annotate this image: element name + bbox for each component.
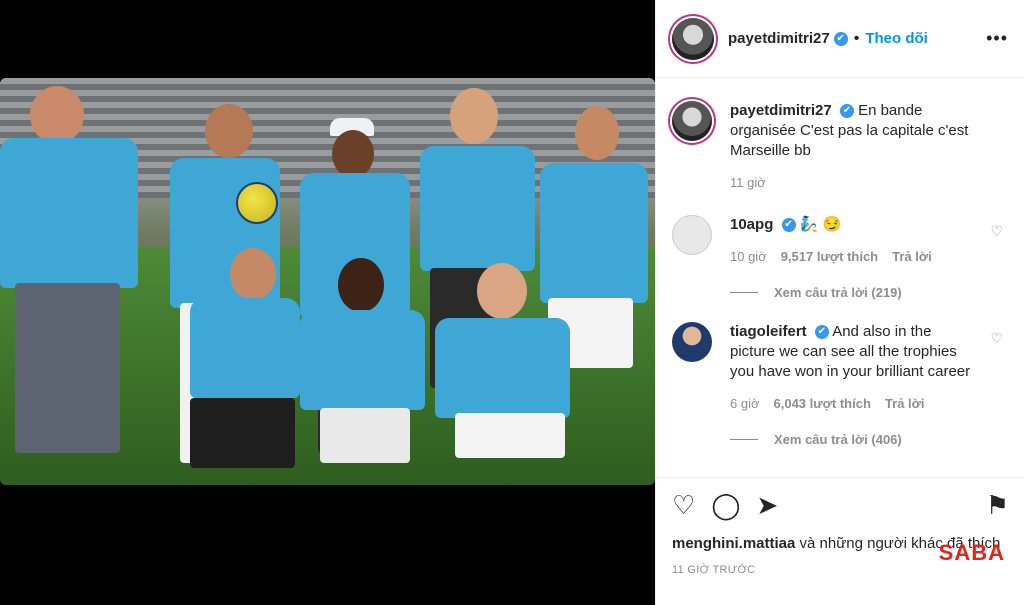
comment-icon[interactable]: ◯ (711, 492, 740, 518)
comment-likes[interactable]: 6,043 lượt thích (774, 394, 871, 414)
author-avatar[interactable] (672, 101, 712, 141)
view-replies-button[interactable]: Xem câu trả lời (406) (730, 432, 1009, 447)
view-replies-button[interactable]: Xem câu trả lời (219) (730, 285, 1009, 300)
comment-username[interactable]: 10apg (730, 216, 773, 233)
verified-icon: ✔ (833, 31, 848, 46)
like-comment-icon[interactable]: ♡ (990, 223, 1003, 240)
comment: tiagoleifert ✔ And also in the picture w… (672, 322, 1009, 414)
saba-watermark: SABA (938, 540, 1005, 565)
comment: 10apg ✔ 🧞 😏 10 giờ 9,517 lượt thích Trả … (672, 215, 1009, 267)
verified-icon: ✔ (839, 104, 854, 119)
caption: payetdimitri27 ✔ En bande organisée C'es… (672, 101, 1009, 193)
author-avatar[interactable] (672, 17, 714, 60)
post-panel: payetdimitri27 ✔ • Theo dõi ••• payetdim… (655, 0, 1024, 605)
heart-icon[interactable]: ♡ (672, 492, 695, 518)
author-username[interactable]: payetdimitri27 (728, 30, 830, 47)
reply-button[interactable]: Trả lời (892, 247, 932, 267)
commenter-avatar[interactable] (672, 322, 712, 362)
post-actions: ♡ ◯ ➤ ⚑ menghini.mattiaa và những người … (656, 477, 1024, 605)
verified-icon: ✔ (814, 325, 829, 340)
separator-dot: • (853, 29, 860, 47)
player (180, 248, 300, 485)
player (0, 78, 140, 485)
reply-button[interactable]: Trả lời (885, 394, 925, 414)
replies-divider (730, 292, 758, 293)
comment-time[interactable]: 6 giờ (730, 394, 760, 414)
bookmark-icon[interactable]: ⚑ (986, 492, 1009, 518)
view-replies-label: Xem câu trả lời (406) (774, 432, 902, 447)
comment-text: 🧞 😏 (799, 216, 842, 233)
comment-likes[interactable]: 9,517 lượt thích (781, 247, 878, 267)
liked-by-user[interactable]: menghini.mattiaa (672, 535, 795, 552)
replies-divider (730, 439, 758, 440)
player (300, 258, 430, 485)
view-replies-label: Xem câu trả lời (219) (774, 285, 902, 300)
post-header: payetdimitri27 ✔ • Theo dõi ••• (656, 0, 1024, 78)
more-options-icon[interactable]: ••• (986, 28, 1008, 49)
comment-username[interactable]: tiagoleifert (730, 323, 807, 340)
comments-list[interactable]: payetdimitri27 ✔ En bande organisée C'es… (656, 79, 1024, 477)
post-media[interactable] (0, 0, 655, 605)
football (236, 182, 278, 224)
caption-time[interactable]: 11 giờ (730, 173, 766, 193)
share-icon[interactable]: ➤ (756, 492, 778, 518)
team-photo (0, 78, 655, 485)
commenter-avatar[interactable] (672, 215, 712, 255)
comment-time[interactable]: 10 giờ (730, 247, 767, 267)
caption-username[interactable]: payetdimitri27 (730, 102, 832, 119)
verified-icon: ✔ (781, 218, 796, 233)
like-comment-icon[interactable]: ♡ (990, 330, 1003, 347)
follow-button[interactable]: Theo dõi (865, 30, 928, 47)
player (435, 263, 580, 485)
